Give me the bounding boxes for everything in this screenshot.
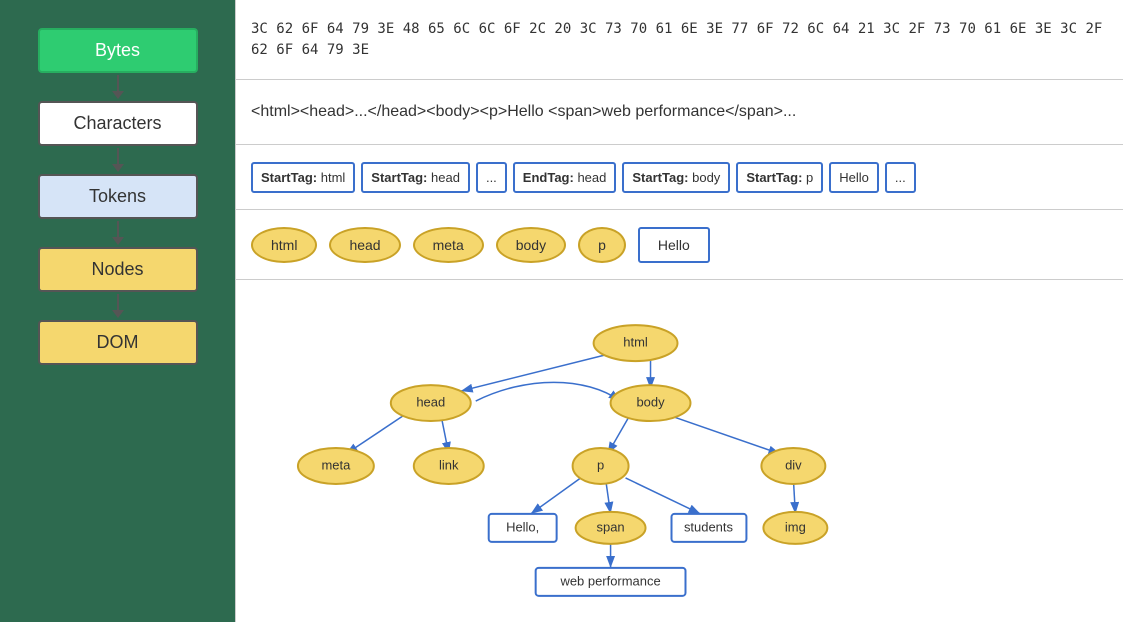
characters-section: <html><head>...</head><body><p>Hello <sp… xyxy=(236,80,1123,145)
nodes-section: html head meta body p Hello xyxy=(236,210,1123,280)
dom-section: html head body meta link p div xyxy=(236,280,1123,622)
dom-node-meta-label: meta xyxy=(321,457,351,472)
dom-tree-svg: html head body meta link p div xyxy=(236,280,1123,622)
tokens-section: StartTag: html StartTag: head ... EndTag… xyxy=(236,145,1123,210)
main-container: Bytes Characters Tokens Nodes xyxy=(0,0,1123,622)
pipeline-box-bytes: Bytes xyxy=(38,28,198,73)
dom-node-webperf-label: web performance xyxy=(559,573,660,588)
edge-body-div xyxy=(666,414,781,454)
edge-body-p xyxy=(608,414,631,454)
dom-node-img-label: img xyxy=(785,519,806,534)
node-body: body xyxy=(496,227,566,263)
edge-head-meta xyxy=(346,414,406,454)
token-ellipsis-2: ... xyxy=(885,162,916,193)
bytes-text: 3C 62 6F 64 79 3E 48 65 6C 6C 6F 2C 20 3… xyxy=(251,19,1108,61)
arrow-tokens-nodes xyxy=(112,221,124,245)
dom-node-span-label: span xyxy=(597,519,625,534)
token-starttag-head: StartTag: head xyxy=(361,162,470,193)
node-hello-box: Hello xyxy=(638,227,710,263)
edge-p-students xyxy=(626,478,701,514)
dom-node-body-label: body xyxy=(636,394,665,409)
pipeline-box-tokens: Tokens xyxy=(38,174,198,219)
token-value-body: body xyxy=(692,170,720,185)
token-value-hello: Hello xyxy=(839,170,869,185)
token-hello: Hello xyxy=(829,162,879,193)
token-value-html: html xyxy=(321,170,346,185)
token-endtag-head: EndTag: head xyxy=(513,162,617,193)
dom-node-html-label: html xyxy=(623,335,648,350)
token-ellipsis-1: ... xyxy=(476,162,507,193)
arrow-bytes-chars xyxy=(112,75,124,99)
node-meta: meta xyxy=(413,227,484,263)
pipeline-box-characters: Characters xyxy=(38,101,198,146)
token-label-head1: StartTag: xyxy=(371,170,427,185)
token-starttag-body: StartTag: body xyxy=(622,162,730,193)
pipeline-box-nodes: Nodes xyxy=(38,247,198,292)
node-html: html xyxy=(251,227,317,263)
token-label-html: StartTag: xyxy=(261,170,317,185)
token-label-body: StartTag: xyxy=(632,170,688,185)
token-starttag-html: StartTag: html xyxy=(251,162,355,193)
dom-node-students-label: students xyxy=(684,519,734,534)
dom-node-hello-label: Hello, xyxy=(506,519,539,534)
edge-p-hello xyxy=(531,478,581,514)
pipeline: Bytes Characters Tokens Nodes xyxy=(0,0,235,622)
content-area: 3C 62 6F 64 79 3E 48 65 6C 6C 6F 2C 20 3… xyxy=(235,0,1123,622)
dom-node-head-label: head xyxy=(416,394,445,409)
token-label-endhead: EndTag: xyxy=(523,170,574,185)
arrow-chars-tokens xyxy=(112,148,124,172)
token-label-p: StartTag: xyxy=(746,170,802,185)
edge-html-head xyxy=(461,351,621,391)
token-value-p: p xyxy=(806,170,813,185)
pipeline-box-dom: DOM xyxy=(38,320,198,365)
token-starttag-p: StartTag: p xyxy=(736,162,823,193)
arrow-nodes-dom xyxy=(112,294,124,318)
dom-node-link-label: link xyxy=(439,457,459,472)
dom-node-div-label: div xyxy=(785,457,802,472)
edge-head-body xyxy=(476,382,621,401)
token-value-endhead: head xyxy=(577,170,606,185)
dom-node-p-label: p xyxy=(597,457,604,472)
bytes-section: 3C 62 6F 64 79 3E 48 65 6C 6C 6F 2C 20 3… xyxy=(236,0,1123,80)
node-p: p xyxy=(578,227,626,263)
node-head: head xyxy=(329,227,400,263)
chars-text: <html><head>...</head><body><p>Hello <sp… xyxy=(251,103,796,121)
token-value-head1: head xyxy=(431,170,460,185)
